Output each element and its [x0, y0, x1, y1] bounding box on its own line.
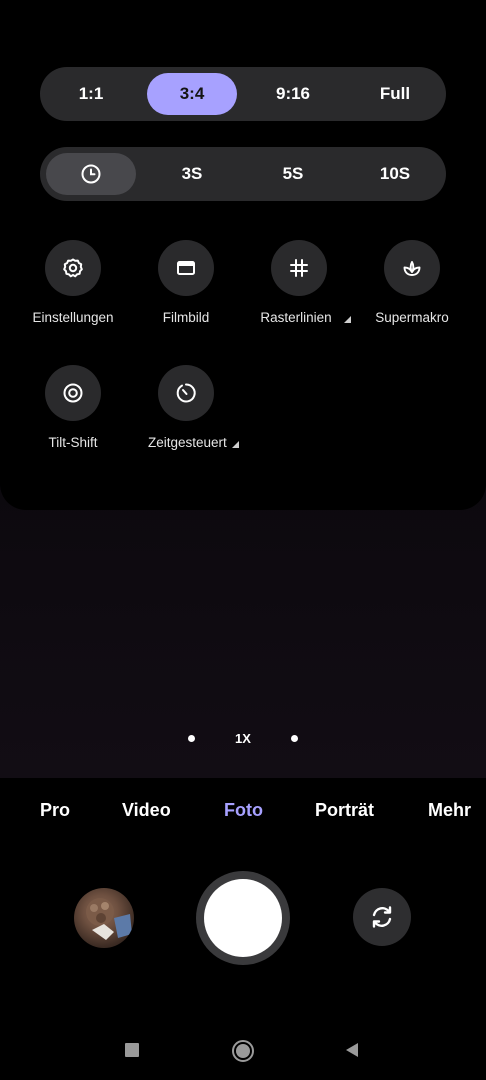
home-circle-icon	[232, 1040, 254, 1062]
timed-burst-button[interactable]	[158, 365, 214, 421]
super-macro-tile[interactable]: Supermakro	[352, 240, 472, 325]
mode-photo[interactable]: Foto	[224, 800, 263, 821]
timer-3s-option[interactable]: 3S	[147, 153, 237, 195]
grid-lines-label: Rasterlinien	[239, 310, 359, 325]
film-frame-tile[interactable]: Filmbild	[126, 240, 246, 325]
more-options-triangle-icon	[232, 441, 239, 448]
timer-off-option[interactable]	[46, 153, 136, 195]
super-macro-label: Supermakro	[375, 310, 449, 325]
camera-switch-icon	[372, 906, 392, 928]
home-button[interactable]	[230, 1038, 256, 1064]
mode-more[interactable]: Mehr	[428, 800, 471, 821]
aspect-ratio-selector: 1:1 3:4 9:16 Full	[40, 67, 446, 121]
grid-icon	[290, 259, 308, 277]
film-frame-label: Filmbild	[162, 310, 210, 325]
tilt-shift-icon	[63, 383, 83, 403]
settings-panel: 1:1 3:4 9:16 Full 3S 5S 10S Einstellunge…	[0, 0, 486, 510]
film-frame-icon	[177, 261, 195, 275]
mode-pro[interactable]: Pro	[40, 800, 70, 821]
mode-portrait[interactable]: Porträt	[315, 800, 374, 821]
clock-icon	[81, 164, 101, 184]
film-frame-button[interactable]	[158, 240, 214, 296]
grid-lines-tile[interactable]: Rasterlinien	[239, 240, 359, 325]
ratio-9-16-option[interactable]: 9:16	[248, 73, 338, 115]
tilt-shift-label: Tilt-Shift	[48, 435, 98, 450]
timer-selector: 3S 5S 10S	[40, 147, 446, 201]
grid-lines-text: Rasterlinien	[260, 310, 332, 325]
ratio-3-4-option[interactable]: 3:4	[147, 73, 237, 115]
gear-icon	[63, 258, 83, 278]
timer-10s-option[interactable]: 10S	[350, 153, 440, 195]
settings-label: Einstellungen	[32, 310, 114, 325]
switch-camera-button[interactable]	[353, 888, 411, 946]
mode-video[interactable]: Video	[122, 800, 171, 821]
timed-burst-tile[interactable]: Zeitgesteuert	[126, 365, 246, 450]
zoom-level-button[interactable]: 1X	[223, 731, 263, 746]
settings-button[interactable]	[45, 240, 101, 296]
more-options-triangle-icon	[344, 316, 351, 323]
shutter-button[interactable]	[196, 871, 290, 965]
recents-button[interactable]	[120, 1038, 144, 1062]
ratio-1-1-option[interactable]: 1:1	[46, 73, 136, 115]
back-button[interactable]	[340, 1038, 364, 1062]
timer-dial-icon	[176, 383, 196, 403]
gallery-preview-image	[86, 898, 132, 940]
ratio-full-option[interactable]: Full	[350, 73, 440, 115]
timed-burst-text: Zeitgesteuert	[148, 435, 227, 450]
macro-flower-icon	[403, 261, 421, 276]
tilt-shift-tile[interactable]: Tilt-Shift	[13, 365, 133, 450]
gallery-thumbnail[interactable]	[74, 888, 134, 948]
super-macro-button[interactable]	[384, 240, 440, 296]
zoom-dot-left[interactable]	[188, 735, 195, 742]
grid-lines-button[interactable]	[271, 240, 327, 296]
zoom-dot-right[interactable]	[291, 735, 298, 742]
shutter-inner-circle	[204, 879, 282, 957]
back-triangle-icon	[346, 1043, 358, 1057]
timed-burst-label: Zeitgesteuert	[134, 435, 238, 450]
tilt-shift-button[interactable]	[45, 365, 101, 421]
settings-tile[interactable]: Einstellungen	[13, 240, 133, 325]
zoom-selector: 1X	[0, 728, 486, 750]
square-icon	[125, 1043, 139, 1057]
system-navigation-bar	[0, 1030, 486, 1070]
timer-5s-option[interactable]: 5S	[248, 153, 338, 195]
camera-mode-bar: Pro Video Foto Porträt Mehr	[0, 800, 486, 828]
